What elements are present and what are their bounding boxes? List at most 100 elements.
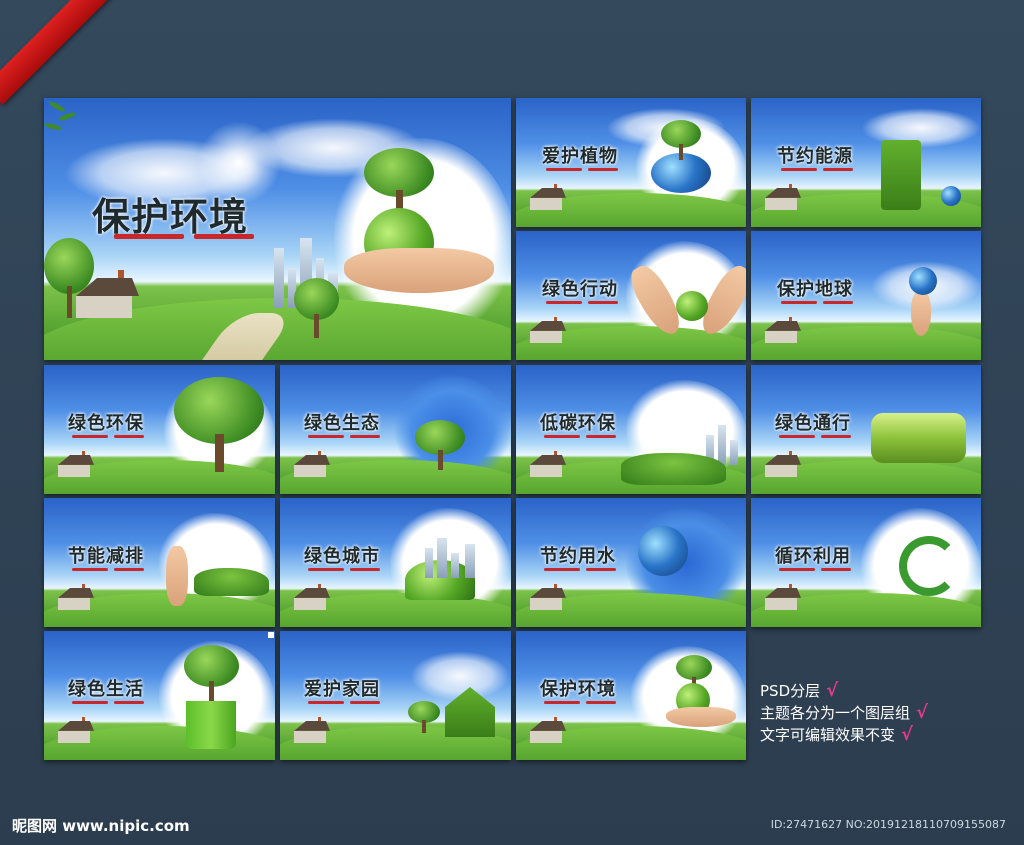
panel-jieneng-jianpai[interactable]: 节能减排 — [44, 498, 275, 627]
farm-house — [526, 716, 566, 743]
subtitle-bar — [781, 168, 817, 171]
panel-aihu-zhiwu[interactable]: 爱护植物 — [516, 98, 746, 227]
panel-title: 保护环境 — [540, 679, 616, 700]
grass-car — [621, 453, 726, 485]
earth — [909, 267, 937, 295]
subtitle-bar — [114, 435, 144, 438]
subtitle-bar — [72, 568, 108, 571]
panel-xunhuan-liyong[interactable]: 循环利用 — [751, 498, 981, 627]
subtitle-bar — [114, 701, 144, 704]
subtitle-bar — [546, 301, 582, 304]
subtitle-bar — [588, 168, 618, 171]
subtitle-bar — [821, 568, 851, 571]
city-skyline — [425, 538, 485, 578]
check-icon: √ — [826, 680, 839, 701]
feature-legend: PSD分层 √ 主题各分为一个图层组 √ 文字可编辑效果不变 √ — [760, 680, 928, 746]
check-icon: √ — [901, 724, 914, 745]
subtitle-bar — [544, 435, 580, 438]
heart-tree — [676, 291, 708, 321]
subtitle-bar — [350, 701, 380, 704]
panel-baohu-huanjing-large[interactable]: 保护环境 — [44, 98, 511, 360]
farm-house — [526, 183, 566, 210]
farm-house — [54, 716, 94, 743]
site-logo[interactable]: 昵图网 www.nipic.com — [12, 815, 190, 836]
marker-square — [268, 632, 274, 638]
check-icon: √ — [916, 702, 929, 723]
tree — [661, 120, 701, 160]
panel-title: 爱护家园 — [304, 679, 380, 700]
farm-house — [526, 583, 566, 610]
hands — [666, 707, 736, 727]
subtitle-bar — [821, 435, 851, 438]
subtitle-bar — [72, 435, 108, 438]
subtitle-bar — [544, 701, 580, 704]
panel-title: 绿色通行 — [775, 413, 851, 434]
big-tree-family — [174, 377, 264, 472]
bulb-tree — [294, 278, 339, 338]
farm-house — [526, 316, 566, 343]
panel-lvse-tongxing[interactable]: 绿色通行 — [751, 365, 981, 494]
panel-title: 爱护植物 — [542, 146, 618, 167]
cloud — [861, 108, 981, 148]
legend-line-1: PSD分层 — [760, 682, 821, 700]
legend-row: 文字可编辑效果不变 √ — [760, 724, 928, 746]
panel-lvse-shenghuo[interactable]: 绿色生活 — [44, 631, 275, 760]
hands — [344, 248, 494, 293]
panel-lvse-shengtai[interactable]: 绿色生态 — [280, 365, 511, 494]
panel-ditan-huanbao[interactable]: 低碳环保 — [516, 365, 746, 494]
legend-line-2: 主题各分为一个图层组 — [760, 704, 911, 722]
panel-jieyue-nengyuan[interactable]: 节约能源 — [751, 98, 981, 227]
subtitle-bar — [308, 568, 344, 571]
tree — [415, 420, 465, 470]
panel-baohu-diqiu[interactable]: 保护地球 — [751, 231, 981, 360]
panel-lvse-chengshi[interactable]: 绿色城市 — [280, 498, 511, 627]
green-battery — [871, 413, 966, 463]
recycle-icon — [899, 536, 959, 596]
subtitle-bar — [586, 435, 616, 438]
subtitle-bar — [779, 435, 815, 438]
panel-aihu-jiayuan[interactable]: 爱护家园 — [280, 631, 511, 760]
subtitle-bar — [588, 301, 618, 304]
panel-baohu-huanjing-small[interactable]: 保护环境 — [516, 631, 746, 760]
farm-house — [69, 270, 139, 318]
panel-title: 绿色行动 — [542, 279, 618, 300]
image-id: ID:27471627 NO:20191218110709155087 — [770, 818, 1006, 831]
panel-lvse-xingdong[interactable]: 绿色行动 — [516, 231, 746, 360]
subtitle-bar — [823, 301, 853, 304]
panel-jieyue-yongshui[interactable]: 节约用水 — [516, 498, 746, 627]
subtitle-bar — [586, 701, 616, 704]
farm-house — [761, 316, 801, 343]
farm-house — [54, 450, 94, 477]
grass-fuel-pump — [881, 140, 921, 210]
farm-house — [290, 716, 330, 743]
farm-house — [290, 450, 330, 477]
grass-car — [194, 568, 269, 596]
farm-house — [290, 583, 330, 610]
earth-faucet — [638, 526, 688, 576]
earth-small — [941, 186, 961, 206]
panel-title: 保护环境 — [92, 195, 249, 239]
panel-title: 绿色生态 — [304, 413, 380, 434]
panel-title: 绿色环保 — [68, 413, 144, 434]
farm-house — [54, 583, 94, 610]
farm-house — [526, 450, 566, 477]
panel-lvse-huanbao[interactable]: 绿色环保 — [44, 365, 275, 494]
panel-title: 循环利用 — [775, 546, 851, 567]
subtitle-bar — [350, 435, 380, 438]
panel-title: 绿色生活 — [68, 679, 144, 700]
subtitle-bar — [194, 234, 254, 239]
subtitle-bar — [544, 568, 580, 571]
subtitle-bar — [546, 168, 582, 171]
bamboo-leaves — [44, 98, 84, 138]
legend-row: PSD分层 √ — [760, 680, 928, 702]
farm-house — [761, 183, 801, 210]
legend-row: 主题各分为一个图层组 √ — [760, 702, 928, 724]
farm-house — [761, 583, 801, 610]
subtitle-bar — [350, 568, 380, 571]
subtitle-bar — [781, 301, 817, 304]
panel-title: 节约用水 — [540, 546, 616, 567]
subtitle-bar — [308, 701, 344, 704]
legend-line-3: 文字可编辑效果不变 — [760, 726, 896, 744]
person-bike — [166, 546, 188, 606]
farm-house — [761, 450, 801, 477]
